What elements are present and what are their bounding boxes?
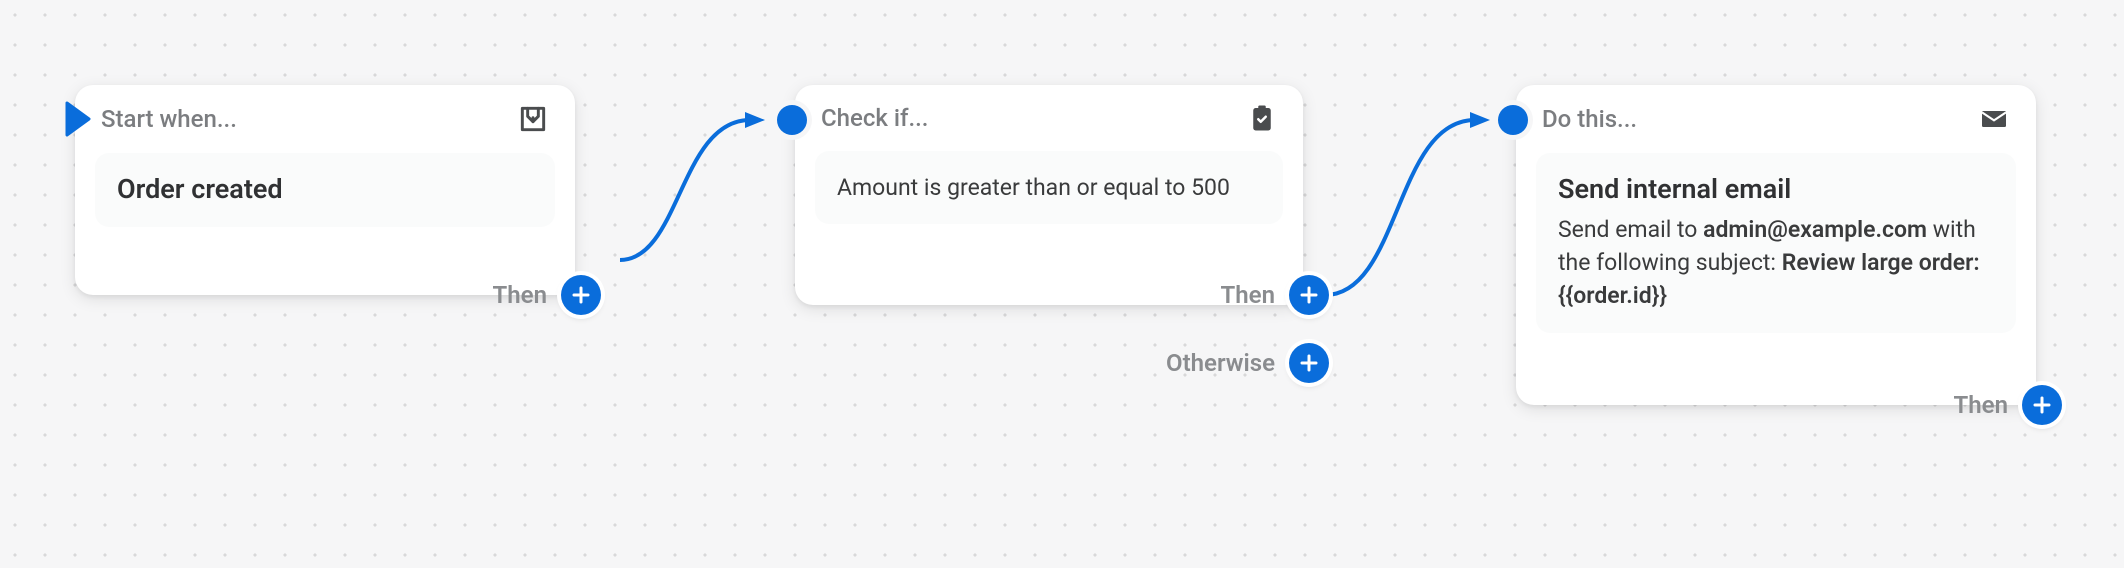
action-description: Send email to admin@example.com with the… [1558,213,1994,313]
connector-trigger-to-condition [590,70,800,300]
action-body: Send internal email Send email to admin@… [1536,153,2016,333]
branch-label: Then [1954,391,2008,419]
trigger-header-label: Start when... [101,105,237,133]
action-then-branch: Then [1954,385,2062,425]
action-node[interactable]: Do this... Send internal email Send emai… [1516,85,2036,405]
trigger-node[interactable]: Start when... Order created Then [75,85,575,295]
add-step-button[interactable] [2022,385,2062,425]
condition-node[interactable]: Check if... Amount is greater than or eq… [795,85,1303,305]
branch-label: Otherwise [1166,349,1275,377]
condition-header: Check if... [795,85,1303,143]
trigger-body: Order created [95,153,555,227]
trigger-then-branch: Then [493,275,601,315]
connector-condition-to-action [1300,70,1530,330]
condition-header-label: Check if... [821,104,928,132]
trigger-header: Start when... [75,85,575,145]
branch-label: Then [1221,281,1275,309]
inbox-icon [517,103,549,135]
add-step-button[interactable] [1289,275,1329,315]
action-header-label: Do this... [1542,105,1637,133]
mail-icon [1978,103,2010,135]
add-step-button[interactable] [1289,343,1329,383]
condition-then-branch: Then [1221,275,1329,315]
clipboard-check-icon [1247,103,1277,133]
action-email: admin@example.com [1703,216,1927,243]
add-step-button[interactable] [561,275,601,315]
action-title: Send internal email [1558,173,1994,207]
condition-description: Amount is greater than or equal to 500 [837,171,1261,204]
branch-label: Then [493,281,547,309]
workflow-canvas[interactable]: Start when... Order created Then Check i… [0,0,2124,568]
condition-body: Amount is greater than or equal to 500 [815,151,1283,224]
trigger-title: Order created [117,173,533,207]
action-header: Do this... [1516,85,2036,145]
action-desc-prefix: Send email to [1558,216,1703,243]
condition-otherwise-branch: Otherwise [1166,343,1329,383]
